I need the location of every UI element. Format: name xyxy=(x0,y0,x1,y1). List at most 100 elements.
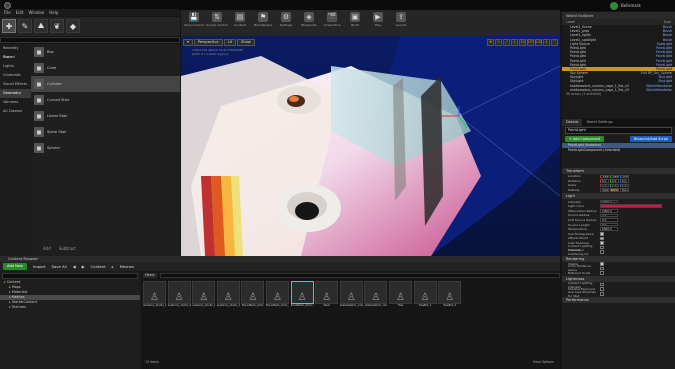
checkbox[interactable] xyxy=(600,241,604,245)
rot-snap-value[interactable]: 10° xyxy=(527,38,534,46)
asset-tile[interactable]: ♙shallowwbric_column_cage_1_fbx xyxy=(339,281,363,313)
transform-value[interactable]: 1.0 xyxy=(600,183,609,188)
light-value[interactable]: 0.0 xyxy=(600,222,618,227)
transform-value[interactable]: Stationary xyxy=(610,188,619,192)
scale-snap-value[interactable]: 0.25 xyxy=(535,38,542,46)
outliner-col-label[interactable]: Label xyxy=(566,20,575,24)
asset-tile[interactable]: ♙anatomy_studio_body_01_body xyxy=(143,281,166,313)
light-value[interactable]: 5000.0 xyxy=(600,199,618,204)
grid-snap-value[interactable]: 10 xyxy=(519,38,526,46)
transform-value[interactable]: 1.0 xyxy=(620,183,629,188)
checkbox[interactable] xyxy=(600,250,604,254)
maximize-icon[interactable]: ⬚ xyxy=(551,38,558,46)
place-category[interactable]: Visual Effects xyxy=(0,80,31,89)
asset-tile[interactable]: ♙ Stool xyxy=(315,281,339,313)
asset-tile[interactable]: ♙ BoneMesh_Actor xyxy=(241,281,265,313)
transform-value[interactable]: 0.0 xyxy=(600,179,609,183)
world-icon[interactable]: ◎ xyxy=(511,38,518,46)
place-category[interactable]: Cinematic xyxy=(0,71,31,80)
performance-section[interactable]: Performance xyxy=(562,297,675,304)
outliner-col-type[interactable]: Type xyxy=(663,20,671,24)
translate-icon[interactable]: ✥ xyxy=(487,38,494,46)
asset-search-input[interactable] xyxy=(159,273,560,278)
place-category[interactable]: Volumes xyxy=(0,98,31,107)
rotate-icon[interactable]: ↻ xyxy=(495,38,502,46)
transform-value[interactable]: -588.0 xyxy=(600,174,609,179)
foliage-mode-icon[interactable]: ❦ xyxy=(50,19,64,33)
notification-icon[interactable] xyxy=(610,2,618,10)
geometry-mode-icon[interactable]: ◆ xyxy=(66,19,80,33)
tab-world-settings[interactable]: World Settings xyxy=(582,119,616,126)
toolbar-cinematics-button[interactable]: 🎬 Cinematics xyxy=(322,12,342,34)
lit-button[interactable]: Lit xyxy=(223,38,237,46)
viewport-options-button[interactable]: ▾ xyxy=(183,38,193,46)
checkbox[interactable] xyxy=(600,245,604,250)
place-category[interactable]: Geometry xyxy=(0,89,31,98)
place-search-input[interactable] xyxy=(0,37,180,43)
scale-icon[interactable]: ⤢ xyxy=(503,38,510,46)
asset-tile[interactable]: ♙ Tree xyxy=(388,281,412,313)
place-item[interactable]: ◼ Box xyxy=(31,44,180,60)
place-category[interactable]: All Classes xyxy=(0,107,31,116)
add-new-button[interactable]: Add New xyxy=(3,263,27,270)
toolbar-play-button[interactable]: ▶ Play xyxy=(368,12,388,34)
transform-value[interactable]: 0.0 xyxy=(620,179,629,183)
asset-tile[interactable]: ♙anatomy_studio_body_01_bottom_1 xyxy=(192,281,216,313)
actor-name-field[interactable]: PointLight xyxy=(565,127,672,134)
subtract-brush-button[interactable]: Subtract xyxy=(59,246,76,251)
light-color-swatch[interactable] xyxy=(600,204,662,209)
checkbox[interactable] xyxy=(600,262,604,266)
level-viewport[interactable] xyxy=(181,36,560,256)
paint-mode-icon[interactable]: ✎ xyxy=(18,19,32,33)
checkbox[interactable] xyxy=(600,236,604,241)
breadcrumb-content[interactable]: Content xyxy=(91,264,106,269)
place-category[interactable]: Recently Placed xyxy=(0,44,31,59)
transform-value[interactable]: Movable xyxy=(620,188,629,192)
light-value[interactable]: 0.0 xyxy=(600,213,618,218)
asset-tile[interactable]: ♙shallowwbric_column_cage_2_fbx xyxy=(364,281,388,313)
transform-value[interactable]: 1.0 xyxy=(610,183,619,188)
import-button[interactable]: Import xyxy=(33,264,46,269)
toolbar-marketplace-button[interactable]: ⚑ Marketplace xyxy=(253,12,273,34)
asset-tile[interactable]: ♙BoneMesh_Actor_PhysicsAsset xyxy=(265,281,289,313)
blueprint-script-button[interactable]: Blueprint/Add Script xyxy=(629,136,672,142)
show-button[interactable]: Show xyxy=(237,38,255,46)
nav-back-icon[interactable]: ◀ xyxy=(73,264,76,269)
asset-tile[interactable]: ♙ TreeBot_1 xyxy=(413,281,437,313)
checkbox[interactable] xyxy=(600,292,604,296)
camera-speed-value[interactable]: 4 xyxy=(543,38,550,46)
place-item[interactable]: ◼ Curved Stair xyxy=(31,92,180,108)
toolbar-content-button[interactable]: ▤ Content xyxy=(230,12,250,34)
transform-value[interactable]: 0.0 xyxy=(610,179,619,183)
place-item[interactable]: ◼ Cylinder xyxy=(31,76,180,92)
light-value[interactable]: 1000.0 xyxy=(600,209,618,213)
menu-window[interactable]: Window xyxy=(28,10,44,15)
asset-tile[interactable]: ♙anatomy_studio_body_01_bottom xyxy=(167,281,191,313)
toolbar-build-button[interactable]: ▣ Build xyxy=(345,12,365,34)
transform-value[interactable]: 2740.0 xyxy=(620,174,629,179)
light-value[interactable]: 6500.0 xyxy=(600,227,618,232)
checkbox[interactable] xyxy=(600,282,604,287)
add-brush-button[interactable]: Add xyxy=(43,246,51,251)
checkbox[interactable] xyxy=(600,266,604,271)
toolbar-blueprints-button[interactable]: ◈ Blueprints xyxy=(299,12,319,34)
place-item[interactable]: ◼ Cone xyxy=(31,60,180,76)
tab-details[interactable]: Details xyxy=(562,119,583,126)
save-all-button[interactable]: Save All xyxy=(52,264,67,269)
filters-button[interactable]: Filters xyxy=(143,273,157,278)
place-item[interactable]: ◼ Sphere xyxy=(31,140,180,156)
add-component-button[interactable]: + Add Component xyxy=(565,136,605,142)
landscape-mode-icon[interactable]: ⛰ xyxy=(34,19,48,33)
checkbox[interactable] xyxy=(600,287,604,291)
light-value[interactable]: 0.0 xyxy=(600,218,618,222)
menu-edit[interactable]: Edit xyxy=(16,10,24,15)
toolbar-save-current-button[interactable]: 💾 Save Current xyxy=(184,12,204,34)
folder-item[interactable]: ▸ Textures xyxy=(0,305,140,310)
breadcrumb-meshes[interactable]: Meshes xyxy=(120,264,134,269)
perspective-button[interactable]: Perspective xyxy=(193,38,223,46)
place-category[interactable]: Lights xyxy=(0,62,31,71)
place-item[interactable]: ◼ Spiral Stair xyxy=(31,124,180,140)
place-item[interactable]: ◼ Linear Stair xyxy=(31,108,180,124)
toolbar-settings-button[interactable]: ⚙ Settings xyxy=(276,12,296,34)
view-options-button[interactable]: View Options xyxy=(533,360,554,364)
